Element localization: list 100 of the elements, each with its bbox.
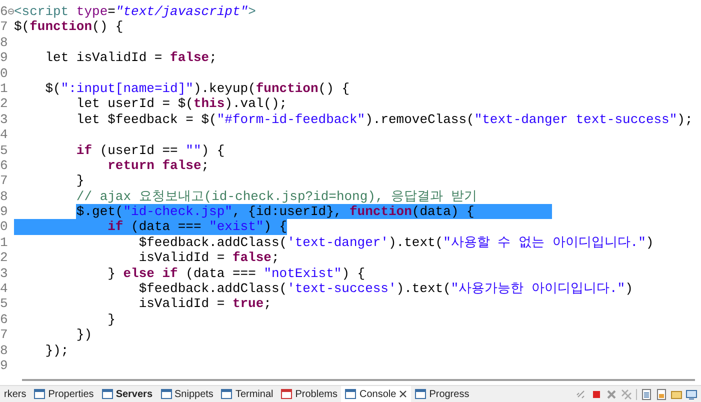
panel-tab[interactable]: Properties: [30, 386, 98, 402]
window-icon: [345, 389, 356, 399]
line-number: 6: [0, 312, 8, 328]
panel-tab[interactable]: Snippets: [156, 386, 218, 402]
code-text: ;: [271, 250, 280, 266]
code-text: "#form-id-feedback": [216, 112, 366, 128]
code-text: "사용할 수 없는 아이디입니다.": [443, 234, 646, 250]
code-text: "text-danger text-success": [474, 112, 678, 128]
code-text: if: [76, 142, 92, 158]
window-icon: [102, 389, 113, 399]
code-text: ;: [209, 50, 217, 66]
line-number: 9: [0, 50, 8, 66]
panel-tab[interactable]: Progress: [411, 386, 474, 402]
code-text: () {: [92, 19, 124, 35]
remove-all-icon[interactable]: [621, 388, 632, 400]
folder-icon[interactable]: [671, 388, 682, 400]
code-text: }: [76, 173, 84, 189]
code-text: $feedback.addClass(: [138, 281, 288, 296]
code-text: "사용가능한 아이디입니다.": [450, 281, 626, 296]
link-icon[interactable]: [576, 388, 587, 400]
code-text: , {id:userId},: [232, 204, 343, 220]
line-number: 2: [0, 96, 8, 112]
code-text: (data ===: [184, 266, 257, 282]
window-icon: [221, 389, 232, 399]
code-text: else: [123, 266, 154, 282]
code-text: "": [186, 142, 202, 158]
code-text: "exist": [209, 219, 264, 235]
window-icon: [160, 389, 172, 399]
line-number: 8: [0, 188, 8, 204]
line-number: 6: [0, 4, 8, 20]
code-text: return: [108, 158, 154, 174]
collapse-icon[interactable]: [8, 8, 14, 16]
code-text: let isValidId =: [45, 50, 164, 66]
code-text: <script: [14, 4, 70, 20]
code-text: true: [232, 296, 264, 312]
line-number: 3: [0, 112, 8, 128]
code-text: ): [646, 234, 654, 250]
code-text: ":input[name=id]": [60, 80, 194, 96]
code-text: });: [45, 342, 69, 358]
code-text: $(: [45, 80, 61, 96]
code-text: if: [108, 219, 124, 235]
code-text: }: [108, 312, 116, 328]
close-icon[interactable]: [399, 390, 408, 398]
remove-icon[interactable]: [606, 388, 617, 400]
code-text: =: [108, 4, 116, 20]
code-text: ;: [201, 158, 210, 174]
line-number: 4: [0, 281, 8, 296]
code-text: function: [30, 19, 92, 35]
code-text: ).val();: [224, 96, 288, 112]
line-number: 2: [0, 250, 8, 266]
code-text: $.get(: [76, 204, 124, 220]
code-text: type: [76, 4, 108, 20]
line-number: 0: [0, 219, 8, 235]
code-text: >: [248, 4, 256, 20]
horizontal-scrollbar[interactable]: [22, 379, 695, 381]
code-text: "id-check.jsp": [123, 204, 232, 220]
code-text: ;: [264, 296, 272, 312]
code-text: ).keyup(: [193, 80, 256, 96]
document-icon[interactable]: [641, 388, 652, 400]
code-text: (data) {: [412, 204, 474, 220]
code-text: ).text(: [396, 281, 451, 296]
panel-tab[interactable]: Servers: [98, 386, 157, 402]
code-text: }: [108, 266, 116, 282]
document-icon[interactable]: [656, 388, 667, 400]
monitor-icon[interactable]: [686, 388, 697, 400]
code-text: 'text-success': [287, 281, 396, 296]
line-number: 0: [0, 66, 8, 81]
line-number: 3: [0, 266, 8, 282]
panel-tab[interactable]: Console: [341, 386, 412, 402]
stop-icon[interactable]: [591, 388, 602, 400]
code-text: isValidId =: [138, 296, 226, 312]
code-text: $feedback.addClass(: [138, 234, 288, 250]
code-text: function: [349, 204, 412, 220]
code-text: ) {: [201, 142, 225, 158]
code-text: ).text(: [388, 234, 444, 250]
panel-tab[interactable]: Terminal: [217, 386, 278, 402]
line-number: 5: [0, 142, 8, 158]
code-text: "text/javascript": [115, 4, 248, 20]
code-text: isValidId =: [138, 250, 226, 266]
code-text: if: [161, 266, 178, 282]
line-number: 9: [0, 204, 8, 220]
code-text: let userId = $(: [76, 96, 194, 112]
line-number: 5: [0, 296, 8, 312]
window-icon: [415, 389, 426, 399]
code-text: 'text-danger': [287, 234, 388, 250]
code-text: false: [232, 250, 272, 266]
window-icon: [281, 389, 292, 399]
code-text: $(: [14, 19, 30, 35]
code-text: let $feedback = $(: [76, 112, 217, 128]
line-number: 8: [0, 342, 8, 358]
panel-tab[interactable]: rkers: [0, 386, 30, 402]
code-text: ).removeClass(: [365, 112, 474, 128]
code-text: false: [161, 158, 202, 174]
code-text: (data ===: [130, 219, 202, 235]
code-text: // ajax 요청보내고(id-check.jsp?id=hong), 응답결과 받기: [76, 188, 477, 204]
line-number: 4: [0, 127, 8, 143]
panel-tab[interactable]: Problems: [277, 386, 342, 402]
code-text: function: [256, 80, 318, 96]
line-number: 7: [0, 327, 8, 343]
code-text: this: [193, 96, 225, 112]
